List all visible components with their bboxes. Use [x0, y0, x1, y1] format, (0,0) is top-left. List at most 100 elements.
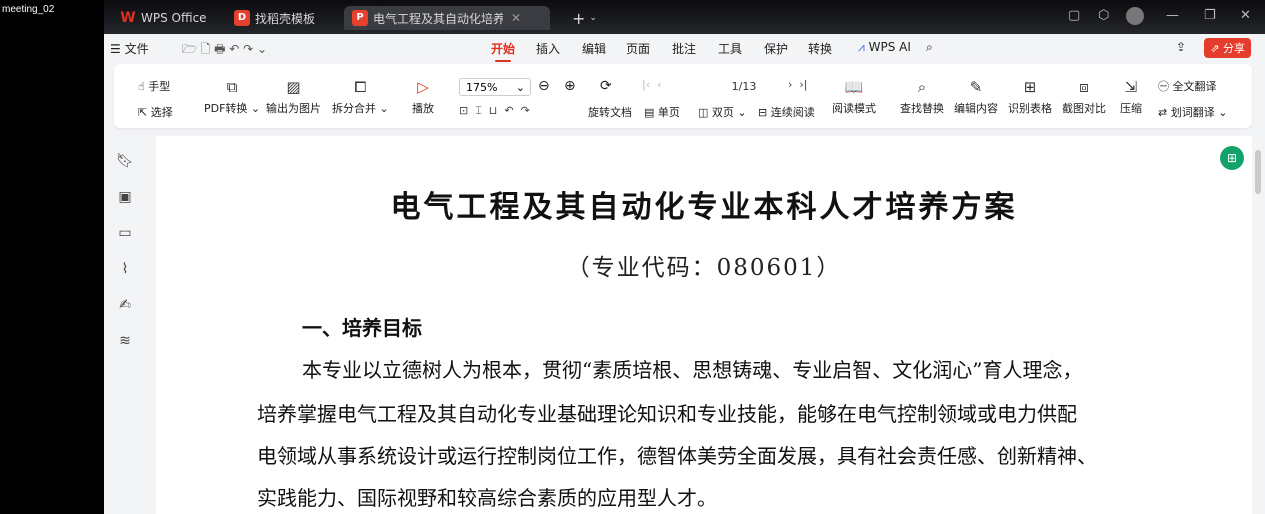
find-replace-button[interactable]: ⌕ 查找替换	[900, 78, 944, 116]
menu-row: ☰ 文件 🗁 🗋 🖶 ↶ ↷ ⌄ 开始 插入 编辑 页面 批注 工具 保护 转换…	[104, 34, 1265, 62]
edit-content-label: 编辑内容	[954, 102, 998, 115]
pdf-convert-icon: ⧉	[226, 78, 238, 96]
split-merge-icon: ⧠	[354, 78, 367, 96]
tab-document[interactable]: P 电气工程及其自动化培养方案 ✕	[344, 6, 550, 30]
zoom-select[interactable]: 175% ⌄	[459, 78, 531, 96]
wps-ai-button[interactable]: ⩘ WPS AI	[858, 40, 911, 55]
paragraph-line: 电领域从事系统设计或运行控制岗位工作，德智体美劳全面发展，具有社会责任感、创新精…	[257, 444, 1097, 468]
bookmark-icon[interactable]: 🔖︎	[114, 150, 136, 172]
search-icon[interactable]: ⌕	[926, 40, 933, 55]
page-input[interactable]: 1/13	[702, 78, 786, 96]
rotate-doc-icon[interactable]: ⟳	[600, 78, 612, 94]
rotate-doc-button[interactable]: 旋转文档	[588, 104, 632, 120]
skin-icon[interactable]: ⬡	[1098, 8, 1109, 23]
chevron-down-icon: ⌄	[515, 81, 525, 94]
minimize-icon[interactable]: —	[1166, 8, 1179, 23]
play-button[interactable]: ▷ 播放	[412, 78, 434, 116]
first-page-icon[interactable]: |‹ ‹	[642, 78, 662, 91]
file-label: 文件	[124, 42, 149, 56]
meeting-label: meeting_02	[2, 4, 55, 15]
document-title: 电气工程及其自动化专业本科人才培养方案	[390, 190, 1018, 225]
share-button[interactable]: ⇗ 分享	[1204, 38, 1251, 58]
edit-icon: ✎	[969, 78, 983, 96]
hand-label: 手型	[148, 80, 171, 93]
paragraph-line: 本专业以立德树人为根本，贯彻“素质培根、思想铸魂、专业启智、文化润心”育人理念，	[302, 358, 1083, 382]
vertical-scrollbar[interactable]	[1255, 150, 1261, 194]
compress-button[interactable]: ⇲ 压缩	[1120, 78, 1142, 116]
search-icon: ⌕	[917, 78, 927, 96]
zoom-out-icon[interactable]: ⊖	[538, 78, 550, 94]
hand-tool-button[interactable]: ☝ 手型	[138, 78, 170, 94]
full-translate-button[interactable]: ㊀ 全文翻译	[1158, 78, 1217, 94]
full-translate-label: 全文翻译	[1172, 80, 1217, 93]
new-tab-button[interactable]: + ⌄	[572, 6, 597, 30]
split-merge-button[interactable]: ⧠ 拆分合并 ⌄	[332, 78, 389, 116]
select-label: 选择	[150, 106, 173, 119]
menu-tab-edit[interactable]: 编辑	[582, 40, 606, 57]
select-tool-button[interactable]: ⇱ 选择	[138, 104, 173, 120]
export-image-label: 输出为图片	[266, 102, 321, 115]
signature-icon[interactable]: ✍	[114, 294, 136, 316]
compress-icon: ⇲	[1124, 78, 1138, 96]
file-menu[interactable]: ☰ 文件	[110, 40, 149, 57]
menu-tab-insert[interactable]: 插入	[536, 40, 560, 57]
recognize-table-button[interactable]: ⊞ 识别表格	[1008, 78, 1052, 116]
avatar[interactable]	[1126, 7, 1144, 25]
table-tool-icon[interactable]: ⊞	[1220, 146, 1244, 170]
continuous-read-button[interactable]: ⊟ 连续阅读	[758, 104, 815, 120]
find-replace-label: 查找替换	[900, 102, 944, 115]
pdf-convert-label: PDF转换	[204, 102, 248, 115]
daoke-logo-icon: D	[234, 10, 250, 26]
ribbon-toolbar: ☝ 手型 ⇱ 选择 ⧉ PDF转换 ⌄ ▨ 输出为图片 ⧠ 拆分合并 ⌄ ▷ 播放 17…	[114, 64, 1252, 128]
plus-icon: +	[572, 8, 586, 28]
pdf-convert-button[interactable]: ⧉ PDF转换 ⌄	[204, 78, 260, 116]
split-merge-label: 拆分合并	[332, 102, 376, 115]
next-page-icon[interactable]: › ›|	[788, 78, 808, 91]
menu-tab-convert[interactable]: 转换	[808, 40, 832, 57]
zoom-value: 175%	[466, 81, 498, 94]
attachment-icon[interactable]: ⌇	[114, 258, 136, 280]
tab-templates[interactable]: D 找稻壳模板	[234, 6, 315, 30]
zoom-in-icon[interactable]: ⊕	[564, 78, 576, 94]
share-label: 分享	[1223, 42, 1245, 55]
maximize-icon[interactable]: ❐	[1204, 8, 1216, 23]
thumbnail-icon[interactable]: ▣	[114, 186, 136, 208]
tab-wps-office[interactable]: W WPS Office	[120, 6, 206, 30]
continuous-label: 连续阅读	[770, 106, 815, 119]
title-bar: W WPS Office D 找稻壳模板 P 电气工程及其自动化培养方案 ✕ +…	[104, 0, 1265, 34]
menu-tab-tools[interactable]: 工具	[718, 40, 742, 57]
upload-icon[interactable]: ⇪	[1176, 40, 1186, 54]
word-translate-button[interactable]: ⇄ 划词翻译 ⌄	[1158, 104, 1227, 120]
wps-ai-label: WPS AI	[868, 40, 911, 54]
window-layout-icon[interactable]: ▢	[1068, 8, 1080, 23]
wps-window: W WPS Office D 找稻壳模板 P 电气工程及其自动化培养方案 ✕ +…	[104, 0, 1265, 514]
rotate-label: 旋转文档	[588, 106, 632, 119]
compare-icon: ⧈	[1079, 78, 1089, 96]
tab-label: 电气工程及其自动化培养方案	[373, 11, 503, 26]
hand-icon: ☝	[138, 80, 145, 93]
paragraph-line: 实践能力、国际视野和较高综合素质的应用型人才。	[257, 486, 717, 510]
paragraph-line: 培养掌握电气工程及其自动化专业基础理论知识和专业技能，能够在电气控制领域或电力供…	[257, 402, 1077, 426]
double-page-button[interactable]: ◫ 双页 ⌄	[698, 104, 747, 120]
read-mode-button[interactable]: 📖 阅读模式	[832, 78, 876, 116]
edit-content-button[interactable]: ✎ 编辑内容	[954, 78, 998, 116]
close-tab-icon[interactable]: ✕	[511, 11, 521, 25]
view-icons[interactable]: ⊡ ⌶ ⊔ ↶ ↷	[459, 104, 530, 118]
read-mode-label: 阅读模式	[832, 102, 876, 115]
recognize-table-label: 识别表格	[1008, 102, 1052, 115]
comment-icon[interactable]: ▭	[114, 222, 136, 244]
export-image-button[interactable]: ▨ 输出为图片	[266, 78, 321, 116]
cursor-icon: ⇱	[138, 106, 148, 119]
menu-tab-page[interactable]: 页面	[626, 40, 650, 57]
single-page-button[interactable]: ▤ 单页	[644, 104, 680, 120]
menu-tab-home[interactable]: 开始	[491, 40, 515, 62]
layers-icon[interactable]: ≋	[114, 330, 136, 352]
pdf-logo-icon: P	[352, 10, 368, 26]
table-icon: ⊞	[1023, 78, 1037, 96]
menu-tab-protect[interactable]: 保护	[764, 40, 788, 57]
screenshot-compare-label: 截图对比	[1062, 102, 1106, 115]
close-window-icon[interactable]: ✕	[1240, 8, 1251, 23]
quick-access-icons[interactable]: 🗁 🗋 🖶 ↶ ↷ ⌄	[182, 40, 267, 61]
menu-tab-annotate[interactable]: 批注	[672, 40, 696, 57]
screenshot-compare-button[interactable]: ⧈ 截图对比	[1062, 78, 1106, 116]
